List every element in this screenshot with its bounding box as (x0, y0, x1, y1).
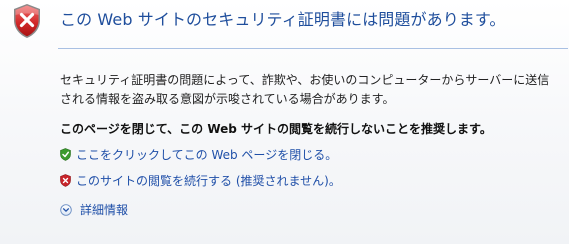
more-information-label[interactable]: 詳細情報 (80, 201, 128, 218)
certificate-error-page: この Web サイトのセキュリティ証明書には問題があります。 セキュリティ証明書… (0, 0, 569, 244)
continue-to-site-link[interactable]: このサイトの閲覧を続行する (推奨されません)。 (60, 172, 341, 189)
warning-message: セキュリティ証明書の問題によって、詐欺や、お使いのコンピューターからサーバーに送… (60, 73, 550, 106)
red-shield-x-icon (60, 174, 71, 187)
close-page-label[interactable]: ここをクリックしてこの Web ページを閉じる。 (76, 146, 337, 163)
close-page-link[interactable]: ここをクリックしてこの Web ページを閉じる。 (60, 146, 337, 163)
recommendation-text: このページを閉じて、この Web サイトの閲覧を続行しないことを推奨します。 (60, 122, 492, 136)
more-information-toggle[interactable]: 詳細情報 (60, 201, 128, 218)
page-title: この Web サイトのセキュリティ証明書には問題があります。 (60, 10, 506, 29)
continue-to-site-label[interactable]: このサイトの閲覧を続行する (推奨されません)。 (76, 172, 341, 189)
title-divider (58, 48, 568, 49)
chevron-down-circle-icon (60, 203, 72, 216)
security-error-shield-icon (14, 4, 40, 38)
green-shield-check-icon (60, 148, 71, 161)
